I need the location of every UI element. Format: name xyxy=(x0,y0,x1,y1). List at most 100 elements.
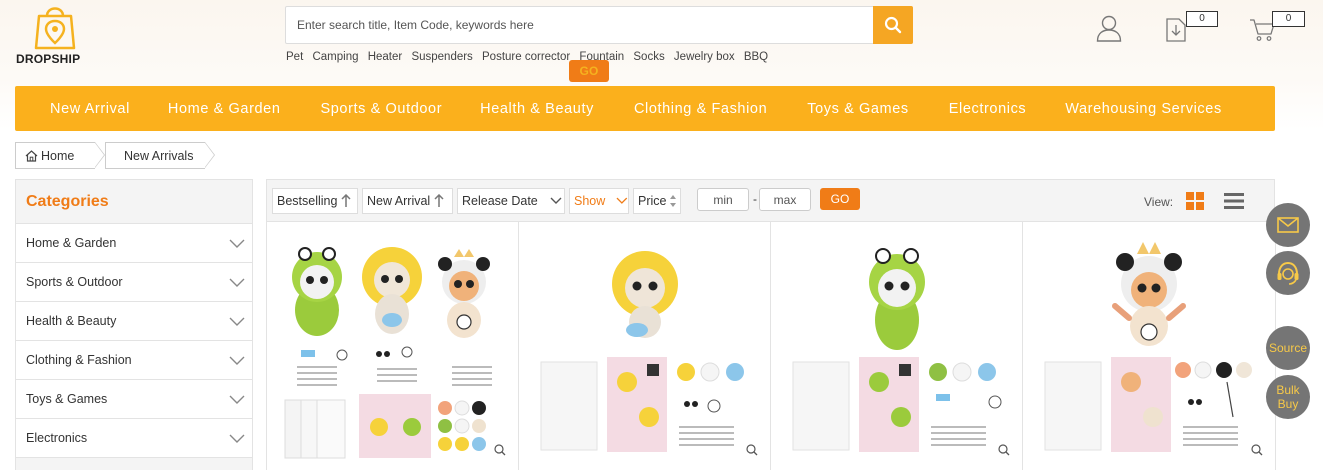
categories-sidebar: Categories Home & Garden Sports & Outdoo… xyxy=(15,179,253,470)
sidebar-item-toys-games[interactable]: Toys & Games xyxy=(16,380,252,419)
sidebar-item-home-garden[interactable]: Home & Garden xyxy=(16,224,252,263)
breadcrumb: Home New Arrivals xyxy=(15,142,215,169)
chevron-down-icon xyxy=(229,278,245,287)
price-max-input[interactable] xyxy=(759,188,811,211)
nav-item-clothing-fashion[interactable]: Clothing & Fashion xyxy=(634,101,767,117)
hot-keyword[interactable]: Pet xyxy=(286,51,303,63)
home-icon xyxy=(25,149,38,162)
sidebar-item-label: Clothing & Fashion xyxy=(26,353,132,367)
product-card[interactable] xyxy=(771,222,1023,470)
chevron-down-icon xyxy=(550,197,562,204)
cart-count-badge: 0 xyxy=(1272,11,1305,27)
breadcrumb-current-label: New Arrivals xyxy=(124,148,194,163)
grid-view-icon[interactable] xyxy=(1186,192,1204,210)
sidebar-item-label: Toys & Games xyxy=(26,392,108,406)
product-grid xyxy=(266,222,1276,470)
hot-keyword[interactable]: Fountain xyxy=(579,51,624,63)
product-card[interactable] xyxy=(519,222,771,470)
sidebar-item-label: Health & Beauty xyxy=(26,314,117,328)
source-label: Source xyxy=(1268,341,1308,355)
chevron-down-icon xyxy=(616,197,628,204)
sort-label: Price xyxy=(638,194,667,208)
list-view-icon[interactable] xyxy=(1224,193,1244,209)
logo-text: GO DROPSHIP xyxy=(16,52,609,82)
sort-new-arrival-button[interactable]: New Arrival xyxy=(362,188,453,214)
main-nav: New Arrival Home & Garden Sports & Outdo… xyxy=(15,86,1275,131)
price-range-dash: - xyxy=(753,192,757,206)
chevron-down-icon xyxy=(229,239,245,248)
sidebar-item-sports-outdoor[interactable]: Sports & Outdoor xyxy=(16,263,252,302)
nav-item-electronics[interactable]: Electronics xyxy=(949,101,1027,117)
nav-item-warehousing-services[interactable]: Warehousing Services xyxy=(1065,101,1222,117)
headset-icon xyxy=(1277,261,1299,285)
search-icon xyxy=(884,16,902,34)
price-min-input[interactable] xyxy=(697,188,749,211)
sort-price-button[interactable]: Price xyxy=(633,188,681,214)
sidebar-item-label: Sports & Outdoor xyxy=(26,275,123,289)
show-label: Show xyxy=(574,194,606,208)
site-logo[interactable]: GO DROPSHIP xyxy=(16,2,609,82)
account-button[interactable] xyxy=(1096,14,1122,47)
hot-keyword[interactable]: Socks xyxy=(633,51,664,63)
sidebar-footer xyxy=(16,458,252,470)
nav-item-new-arrival[interactable]: New Arrival xyxy=(50,101,130,117)
mail-icon xyxy=(1277,217,1299,233)
hot-keyword[interactable]: Posture corrector xyxy=(482,51,570,63)
nav-item-sports-outdoor[interactable]: Sports & Outdoor xyxy=(321,101,443,117)
support-float-button[interactable] xyxy=(1266,251,1310,295)
hot-keyword[interactable]: Camping xyxy=(312,51,358,63)
zoom-icon[interactable] xyxy=(494,444,506,456)
sort-arrows-icon xyxy=(670,195,677,207)
sidebar-item-health-beauty[interactable]: Health & Beauty xyxy=(16,302,252,341)
product-card[interactable] xyxy=(1023,222,1276,470)
sidebar-item-label: Home & Garden xyxy=(26,236,117,250)
hot-keywords: Pet Camping Heater Suspenders Posture co… xyxy=(286,51,774,63)
sort-label: New Arrival xyxy=(367,194,431,208)
hot-keyword[interactable]: Jewelry box xyxy=(674,51,735,63)
nav-item-toys-games[interactable]: Toys & Games xyxy=(807,101,908,117)
nav-item-home-garden[interactable]: Home & Garden xyxy=(168,101,281,117)
show-dropdown[interactable]: Show xyxy=(569,188,629,214)
hot-keyword[interactable]: Heater xyxy=(368,51,403,63)
sidebar-item-electronics[interactable]: Electronics xyxy=(16,419,252,458)
user-icon xyxy=(1096,15,1122,42)
sort-label: Bestselling xyxy=(277,194,338,208)
chevron-down-icon xyxy=(229,356,245,365)
categories-title: Categories xyxy=(16,180,252,224)
view-label: View: xyxy=(1144,195,1174,209)
search-button[interactable] xyxy=(873,6,913,44)
source-float-button[interactable]: Source xyxy=(1266,326,1310,370)
shopping-bag-pin-icon xyxy=(34,7,76,50)
product-image xyxy=(540,251,744,452)
arrow-up-icon xyxy=(434,194,444,207)
zoom-icon[interactable] xyxy=(746,444,758,456)
search-bar xyxy=(285,6,913,44)
breadcrumb-home[interactable]: Home xyxy=(15,142,105,169)
arrow-up-icon xyxy=(341,194,351,207)
bulk-buy-float-button[interactable]: Bulk Buy xyxy=(1266,375,1310,419)
download-button[interactable] xyxy=(1166,18,1186,47)
email-float-button[interactable] xyxy=(1266,203,1310,247)
chevron-down-icon xyxy=(229,434,245,443)
hot-keyword[interactable]: Suspenders xyxy=(411,51,472,63)
product-image xyxy=(284,247,492,459)
zoom-icon[interactable] xyxy=(998,444,1010,456)
nav-item-health-beauty[interactable]: Health & Beauty xyxy=(480,101,594,117)
breadcrumb-home-label: Home xyxy=(41,148,75,163)
search-input[interactable] xyxy=(286,7,874,43)
download-count-badge: 0 xyxy=(1186,11,1218,27)
product-image xyxy=(792,248,1002,452)
sidebar-item-clothing-fashion[interactable]: Clothing & Fashion xyxy=(16,341,252,380)
sort-release-date-dropdown[interactable]: Release Date xyxy=(457,188,565,214)
product-image xyxy=(1044,242,1252,452)
sort-bestselling-button[interactable]: Bestselling xyxy=(272,188,358,214)
sort-label: Release Date xyxy=(462,194,538,208)
sort-toolbar: Bestselling New Arrival Release Date Sho… xyxy=(266,179,1275,222)
product-card[interactable] xyxy=(267,222,519,470)
price-go-button[interactable]: GO xyxy=(820,188,860,210)
zoom-icon[interactable] xyxy=(1251,444,1263,456)
sidebar-item-label: Electronics xyxy=(26,431,88,445)
breadcrumb-current[interactable]: New Arrivals xyxy=(105,142,215,169)
hot-keyword[interactable]: BBQ xyxy=(744,51,768,63)
chevron-down-icon xyxy=(229,317,245,326)
